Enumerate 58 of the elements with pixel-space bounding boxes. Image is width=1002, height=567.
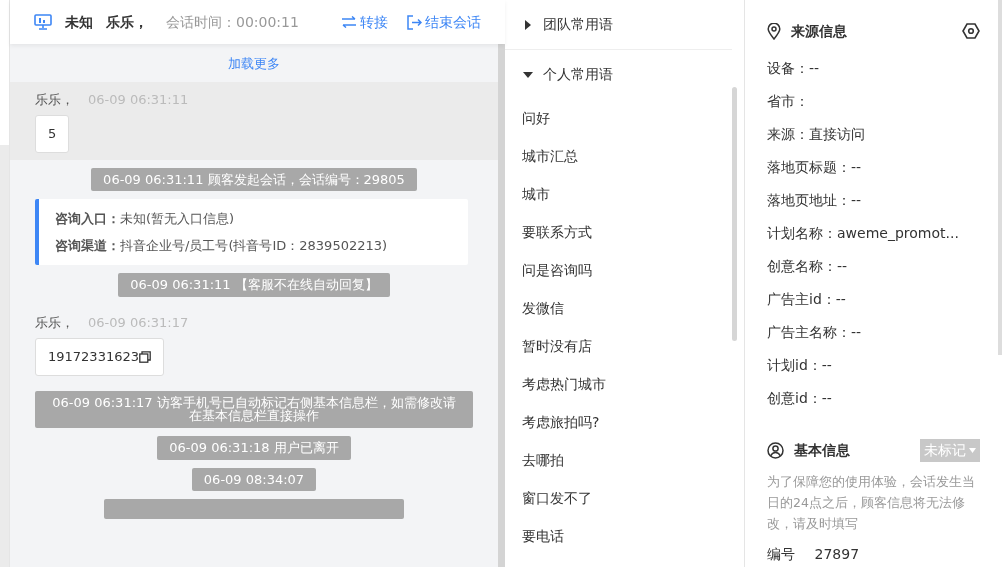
info-field: 计划名称：aweme_promot...	[767, 223, 959, 244]
message-time: 06-09 06:31:17	[88, 314, 189, 330]
info-field: 落地页标题：--	[767, 157, 862, 178]
end-session-button[interactable]: 结束会话	[407, 11, 481, 33]
copy-icon[interactable]	[139, 351, 151, 364]
sender-name: 乐乐，	[35, 314, 74, 330]
scrollbar[interactable]	[732, 87, 737, 341]
field-label: 编号	[767, 545, 795, 564]
session-duration: 会话时间：00:00:11	[166, 12, 299, 32]
info-field: 来源：直接访问	[767, 124, 865, 145]
notice-text: 为了保障您的使用体验，会话发生当日的24点之后，顾客信息将无法修改，请及时填写	[767, 473, 976, 533]
user-icon	[767, 441, 784, 459]
info-line: 咨询渠道：抖音企业号/员工号(抖音号ID：2839502213)	[55, 237, 389, 256]
info-field: 广告主名称：--	[767, 322, 862, 343]
group-header[interactable]: 团队常用语	[505, 0, 744, 49]
phrase-item[interactable]: 发微信	[505, 289, 581, 327]
info-field: 创意id：--	[767, 388, 832, 409]
phrase-item[interactable]: 考虑旅拍吗?	[505, 403, 617, 441]
phrase-item[interactable]: 城市	[505, 175, 567, 213]
phrase-item[interactable]: 要电话	[505, 517, 581, 555]
info-field: 设备：--	[767, 58, 820, 79]
sender-name: 乐乐，	[35, 91, 74, 107]
scrollbar[interactable]	[498, 44, 505, 567]
settings-icon[interactable]	[962, 23, 980, 39]
phrase-item[interactable]: 暂时没有店	[505, 327, 609, 365]
phrase-item[interactable]: 城市汇总	[505, 137, 595, 175]
phrase-item[interactable]: 考虑热门城市	[505, 365, 623, 403]
monitor-icon	[34, 14, 52, 30]
location-pin-icon	[767, 22, 781, 40]
phrase-item[interactable]: 窗口发不了	[505, 479, 609, 517]
message-text: 19172331623	[48, 348, 139, 367]
info-field: 计划id：--	[767, 355, 832, 376]
swap-icon	[340, 16, 357, 28]
customer-name: 乐乐，	[106, 12, 148, 32]
device-label: 未知	[65, 12, 93, 32]
system-message: 06-09 06:31:11 【客服不在线自动回复】	[118, 273, 390, 297]
phrase-item[interactable]: 去哪拍	[505, 441, 581, 479]
phrase-item[interactable]: 问好	[505, 99, 567, 137]
scrollbar[interactable]	[998, 0, 1002, 355]
info-field: 广告主id：--	[767, 289, 846, 310]
info-field: 省市：	[767, 91, 809, 112]
system-message: 06-09 06:31:11 顾客发起会话，会话编号：29805	[91, 167, 417, 192]
system-message: 06-09 06:31:17 访客手机号已自动标记右侧基本信息栏，如需修改请在基本信息栏直接操作	[35, 390, 473, 429]
system-message: 06-09 06:31:18 用户已离开	[157, 436, 351, 460]
caret-down-icon	[969, 447, 976, 453]
system-message: 06-09 08:34:07	[191, 467, 317, 492]
info-field: 落地页地址：--	[767, 190, 862, 211]
transfer-button[interactable]: 转接	[340, 11, 388, 33]
info-field: 创意名称：--	[767, 256, 848, 277]
phrase-item[interactable]: 要联系方式	[505, 213, 609, 251]
phrase-item[interactable]: 问是咨询吗	[505, 251, 609, 289]
exit-icon	[407, 14, 422, 30]
message-text: 5	[48, 125, 57, 143]
section-title: 基本信息	[794, 440, 850, 460]
section-title: 来源信息	[791, 21, 847, 41]
group-header[interactable]: 个人常用语	[505, 50, 744, 99]
field-value: 27897	[814, 545, 860, 564]
info-line: 咨询入口：未知(暂无入口信息)	[55, 210, 236, 229]
